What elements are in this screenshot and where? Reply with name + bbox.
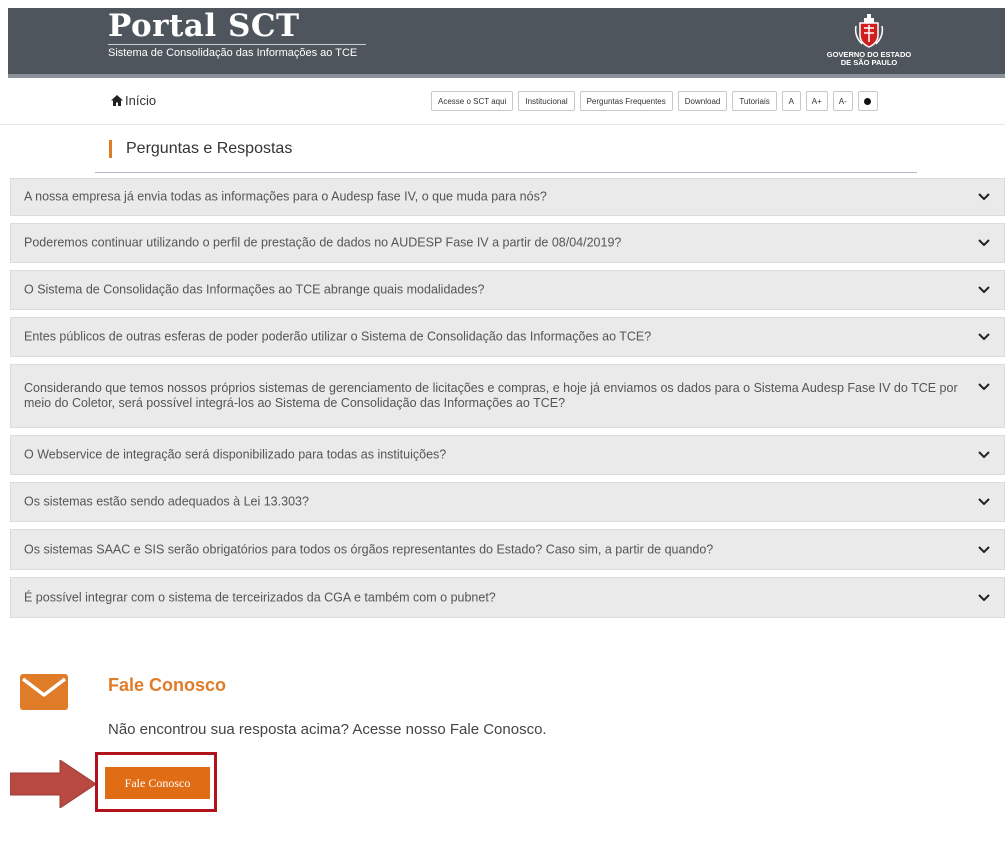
chevron-down-icon <box>978 451 990 459</box>
chevron-down-icon <box>978 383 990 391</box>
faq-question: É possível integrar com o sistema de ter… <box>24 590 496 604</box>
faq-list: A nossa empresa já envia todas as inform… <box>10 178 1005 625</box>
logo-rule <box>108 44 366 45</box>
section-heading: Perguntas e Respostas <box>109 140 292 158</box>
faq-item[interactable]: Poderemos continuar utilizando o perfil … <box>10 223 1005 263</box>
arrow-right-icon <box>10 760 97 808</box>
faq-item[interactable]: Os sistemas estão sendo adequados à Lei … <box>10 482 1005 522</box>
faq-question: Entes públicos de outras esferas de pode… <box>24 329 652 344</box>
portal-title: Portal SCT <box>108 8 300 44</box>
faq-question: Os sistemas estão sendo adequados à Lei … <box>24 494 309 509</box>
faq-question: Os sistemas SAAC e SIS serão obrigatório… <box>24 542 714 556</box>
nav-button-acesse-sct[interactable]: Acesse o SCT aqui <box>431 91 514 111</box>
chevron-down-icon <box>978 239 990 247</box>
chevron-down-icon <box>978 193 990 201</box>
top-navigation: Início Acesse o SCT aqui Institucional P… <box>0 78 1005 125</box>
contrast-icon <box>864 97 872 105</box>
government-logo[interactable]: GOVERNO DO ESTADO DE SÃO PAULO <box>818 14 920 70</box>
coat-of-arms-icon <box>854 14 884 48</box>
font-decrease-button[interactable]: A- <box>832 91 853 111</box>
envelope-icon <box>20 674 68 710</box>
faq-item[interactable]: Entes públicos de outras esferas de pode… <box>10 317 1005 357</box>
faq-question: O Sistema de Consolidação das Informaçõe… <box>24 282 485 297</box>
font-increase-button[interactable]: A+ <box>805 91 828 111</box>
government-line-2: DE SÃO PAULO <box>840 58 898 67</box>
faq-item[interactable]: O Webservice de integração será disponib… <box>10 435 1005 475</box>
contact-description: Não encontrou sua resposta acima? Acesse… <box>108 721 547 738</box>
chevron-down-icon <box>978 593 990 601</box>
portal-logo[interactable]: Portal SCT Sistema de Consolidação das I… <box>108 9 366 60</box>
chevron-down-icon <box>978 498 990 506</box>
chevron-down-icon <box>978 545 990 553</box>
faq-question: Poderemos continuar utilizando o perfil … <box>24 235 622 250</box>
contrast-button[interactable] <box>857 91 878 111</box>
faq-item[interactable]: Os sistemas SAAC e SIS serão obrigatório… <box>10 529 1005 570</box>
contact-title: Fale Conosco <box>108 675 227 695</box>
faq-item[interactable]: O Sistema de Consolidação das Informaçõe… <box>10 270 1005 310</box>
faq-question: A nossa empresa já envia todas as inform… <box>24 189 547 204</box>
home-link[interactable]: Início <box>111 93 156 108</box>
nav-button-download[interactable]: Download <box>677 91 728 111</box>
chevron-down-icon <box>978 333 990 341</box>
faq-item[interactable]: É possível integrar com o sistema de ter… <box>10 577 1005 618</box>
nav-button-group: Acesse o SCT aqui Institucional Pergunta… <box>431 91 883 111</box>
home-label: Início <box>125 93 157 108</box>
nav-button-perguntas-frequentes[interactable]: Perguntas Frequentes <box>579 91 673 111</box>
section-accent-bar <box>109 140 112 158</box>
font-normal-button[interactable]: A <box>781 91 801 111</box>
page-title: Perguntas e Respostas <box>126 140 293 157</box>
fale-conosco-button[interactable]: Fale Conosco <box>105 767 210 799</box>
nav-button-tutoriais[interactable]: Tutoriais <box>732 91 777 111</box>
section-underline <box>95 172 917 173</box>
faq-question: O Webservice de integração será disponib… <box>24 447 447 462</box>
faq-item[interactable]: Considerando que temos nossos próprios s… <box>10 364 1005 428</box>
faq-question: Considerando que temos nossos próprios s… <box>24 381 958 410</box>
portal-subtitle: Sistema de Consolidação das Informações … <box>108 47 358 59</box>
chevron-down-icon <box>978 286 990 294</box>
home-icon <box>111 95 123 106</box>
nav-button-institucional[interactable]: Institucional <box>518 91 575 111</box>
faq-item[interactable]: A nossa empresa já envia todas as inform… <box>10 178 1005 216</box>
